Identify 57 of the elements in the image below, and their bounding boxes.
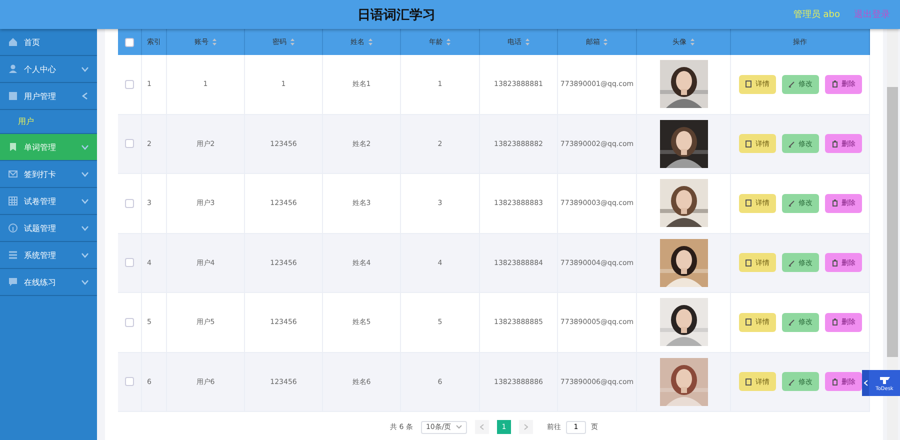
chevron-icon bbox=[81, 170, 89, 178]
sort-icon bbox=[290, 38, 294, 46]
chevron-icon bbox=[864, 380, 868, 386]
app-title: 日语词汇学习 bbox=[356, 6, 437, 24]
sort-icon bbox=[690, 38, 694, 46]
chevron-icon bbox=[81, 143, 89, 151]
checkbox[interactable] bbox=[125, 80, 134, 89]
user-icon bbox=[8, 64, 18, 74]
pencil-icon bbox=[788, 80, 796, 88]
sort-icon bbox=[212, 38, 216, 46]
checkbox[interactable] bbox=[125, 139, 134, 148]
trash-icon bbox=[830, 258, 838, 267]
chevron-icon bbox=[81, 197, 89, 205]
sort-icon bbox=[603, 38, 608, 46]
checkbox[interactable] bbox=[125, 318, 134, 327]
chevron-icon bbox=[81, 224, 89, 232]
mail-icon bbox=[8, 169, 18, 179]
document-icon bbox=[744, 140, 752, 148]
trash-icon bbox=[830, 80, 838, 88]
checkbox[interactable] bbox=[125, 198, 134, 208]
sort-icon bbox=[368, 38, 372, 46]
checkbox[interactable] bbox=[125, 38, 134, 46]
trash-icon bbox=[830, 199, 838, 208]
document-icon bbox=[744, 80, 752, 88]
user-name: 管理员 abo bbox=[793, 8, 840, 21]
sort-icon bbox=[524, 38, 530, 46]
trash-icon bbox=[830, 378, 838, 386]
pencil-icon bbox=[788, 199, 796, 208]
chevron-icon bbox=[81, 92, 89, 100]
pencil-icon bbox=[788, 258, 796, 267]
chat-icon bbox=[8, 277, 18, 287]
checkbox[interactable] bbox=[125, 377, 134, 386]
checkbox[interactable] bbox=[125, 258, 134, 268]
home-icon bbox=[8, 37, 18, 47]
chevron-icon bbox=[480, 424, 484, 430]
trash-icon bbox=[830, 140, 838, 148]
document-icon bbox=[744, 199, 752, 208]
sidebar-item[interactable]: 单词管理 bbox=[0, 134, 97, 161]
chevron-icon bbox=[81, 65, 89, 73]
document-icon bbox=[744, 258, 752, 267]
pencil-icon bbox=[788, 318, 796, 326]
sort-icon bbox=[446, 38, 451, 46]
trash-icon bbox=[830, 318, 838, 326]
info-icon bbox=[8, 223, 18, 233]
list-icon bbox=[8, 250, 18, 260]
chevron-icon bbox=[524, 424, 528, 430]
bookmark-icon bbox=[8, 142, 18, 152]
document-icon bbox=[744, 378, 752, 386]
caret-icon bbox=[456, 425, 462, 429]
logo-icon bbox=[878, 374, 890, 384]
previous-page-button[interactable] bbox=[474, 420, 489, 434]
chevron-icon bbox=[81, 251, 89, 259]
chevron-icon bbox=[81, 278, 89, 286]
pencil-icon bbox=[788, 378, 796, 386]
pencil-icon bbox=[788, 140, 796, 148]
document-icon bbox=[744, 318, 752, 326]
next-page-button[interactable] bbox=[518, 420, 533, 434]
